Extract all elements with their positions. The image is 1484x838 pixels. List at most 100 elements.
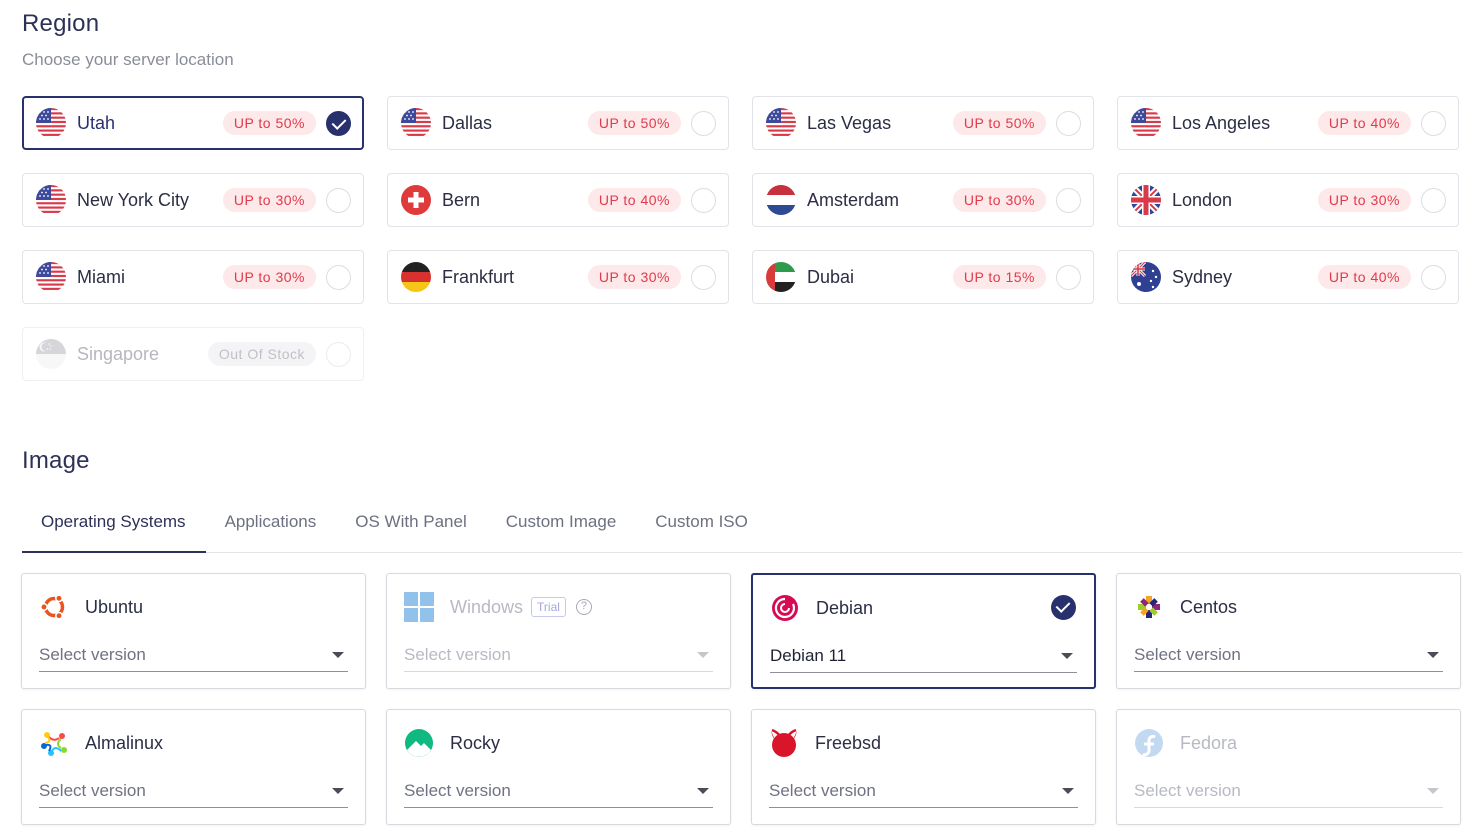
discount-badge: UP to 40% <box>587 188 681 212</box>
discount-badge: UP to 50% <box>222 111 316 135</box>
tab-custom-iso[interactable]: Custom ISO <box>636 500 768 553</box>
region-name: New York City <box>77 189 190 210</box>
region-name: Dubai <box>807 266 855 287</box>
discount-badge: UP to 40% <box>1317 111 1411 135</box>
region-card-bern[interactable]: Bern UP to 40% <box>387 173 729 227</box>
sg-flag-icon <box>36 339 66 369</box>
region-card-london[interactable]: London UP to 30% <box>1117 173 1459 227</box>
us-flag-icon <box>401 108 431 138</box>
region-card-dubai[interactable]: Dubai UP to 15% <box>752 250 1094 304</box>
version-select[interactable]: Select version <box>1134 639 1443 672</box>
gb-flag-icon <box>1131 185 1161 215</box>
os-name: Windows <box>450 596 524 617</box>
os-name: Rocky <box>450 732 501 753</box>
us-flag-icon <box>36 185 66 215</box>
os-name: Freebsd <box>815 732 882 753</box>
discount-badge: UP to 40% <box>1317 265 1411 289</box>
os-card-freebsd[interactable]: Freebsd Select version <box>751 709 1096 825</box>
ae-flag-icon <box>766 262 796 292</box>
debian-icon <box>770 593 800 623</box>
discount-badge: UP to 15% <box>952 265 1046 289</box>
radio-button[interactable] <box>691 187 716 213</box>
radio-button[interactable] <box>326 187 351 213</box>
help-icon[interactable]: ? <box>575 599 592 615</box>
us-flag-icon <box>36 108 66 138</box>
region-card-new-york-city[interactable]: New York City UP to 30% <box>22 173 364 227</box>
region-name: Singapore <box>77 343 160 364</box>
os-name: Fedora <box>1180 732 1238 753</box>
rocky-icon <box>404 728 434 758</box>
discount-badge: UP to 30% <box>222 188 316 212</box>
os-card-header: Freebsd <box>769 728 881 758</box>
region-name: Los Angeles <box>1172 112 1271 133</box>
version-select[interactable]: Select version <box>769 775 1078 808</box>
image-tabs: Operating Systems Applications OS With Pan… <box>22 500 1462 553</box>
tab-os-with-panel[interactable]: OS With Panel <box>336 500 487 553</box>
ch-flag-icon <box>401 185 431 215</box>
version-select[interactable]: Select version <box>404 775 713 808</box>
us-flag-icon <box>766 108 796 138</box>
freebsd-icon <box>769 728 799 758</box>
region-card-dallas[interactable]: Dallas UP to 50% <box>387 96 729 150</box>
radio-button[interactable] <box>326 264 351 290</box>
os-name: Almalinux <box>85 732 164 753</box>
discount-badge: UP to 30% <box>1317 188 1411 212</box>
os-card-rocky[interactable]: Rocky Select version <box>386 709 731 825</box>
os-card-centos[interactable]: Centos Select version <box>1116 573 1461 689</box>
caret-down-icon <box>697 652 709 658</box>
region-name: Sydney <box>1172 266 1233 287</box>
fedora-icon <box>1134 728 1164 758</box>
os-card-header: Debian <box>770 593 873 623</box>
region-card-singapore: Singapore Out Of Stock <box>22 327 364 381</box>
os-name: Debian <box>816 597 874 618</box>
tab-applications[interactable]: Applications <box>206 500 337 553</box>
almalinux-icon <box>39 728 69 758</box>
windows-icon <box>404 592 434 622</box>
region-name: Dallas <box>442 112 493 133</box>
caret-down-icon <box>332 788 344 794</box>
discount-badge: UP to 30% <box>952 188 1046 212</box>
de-flag-icon <box>401 262 431 292</box>
us-flag-icon <box>36 262 66 292</box>
os-card-header: Windows Trial? <box>404 592 592 622</box>
version-select[interactable]: Debian 11 <box>770 640 1077 673</box>
caret-down-icon <box>697 788 709 794</box>
os-card-header: Rocky <box>404 728 500 758</box>
os-card-windows: Windows Trial? Select version <box>386 573 731 689</box>
region-card-amsterdam[interactable]: Amsterdam UP to 30% <box>752 173 1094 227</box>
radio-button[interactable] <box>691 264 716 290</box>
region-card-frankfurt[interactable]: Frankfurt UP to 30% <box>387 250 729 304</box>
version-placeholder: Select version <box>39 781 146 800</box>
version-placeholder: Select version <box>769 781 876 800</box>
radio-button[interactable] <box>1421 264 1446 290</box>
radio-button[interactable] <box>691 110 716 136</box>
version-select: Select version <box>404 639 713 672</box>
os-card-header: Ubuntu <box>39 592 143 622</box>
region-name: Utah <box>77 112 116 133</box>
region-card-las-vegas[interactable]: Las Vegas UP to 50% <box>752 96 1094 150</box>
tab-custom-image[interactable]: Custom Image <box>487 500 637 553</box>
radio-button[interactable] <box>1056 110 1081 136</box>
version-select[interactable]: Select version <box>39 775 348 808</box>
region-name: London <box>1172 189 1233 210</box>
region-card-miami[interactable]: Miami UP to 30% <box>22 250 364 304</box>
radio-button[interactable] <box>1421 110 1446 136</box>
version-select[interactable]: Select version <box>39 639 348 672</box>
os-card-almalinux[interactable]: Almalinux Select version <box>21 709 366 825</box>
radio-button[interactable] <box>1056 264 1081 290</box>
version-placeholder: Select version <box>404 645 511 664</box>
os-card-ubuntu[interactable]: Ubuntu Select version <box>21 573 366 689</box>
radio-button[interactable] <box>1056 187 1081 213</box>
tab-operating-systems[interactable]: Operating Systems <box>22 500 206 553</box>
region-card-los-angeles[interactable]: Los Angeles UP to 40% <box>1117 96 1459 150</box>
region-card-sydney[interactable]: Sydney UP to 40% <box>1117 250 1459 304</box>
region-card-utah[interactable]: Utah UP to 50% <box>22 96 364 150</box>
region-name: Las Vegas <box>807 112 892 133</box>
radio-button[interactable] <box>1421 187 1446 213</box>
us-flag-icon <box>1131 108 1161 138</box>
os-card-debian[interactable]: Debian Debian 11 <box>751 573 1096 689</box>
caret-down-icon <box>1427 652 1439 658</box>
version-placeholder: Select version <box>1134 781 1241 800</box>
region-name: Frankfurt <box>442 266 515 287</box>
checked-radio-icon[interactable] <box>326 110 351 136</box>
